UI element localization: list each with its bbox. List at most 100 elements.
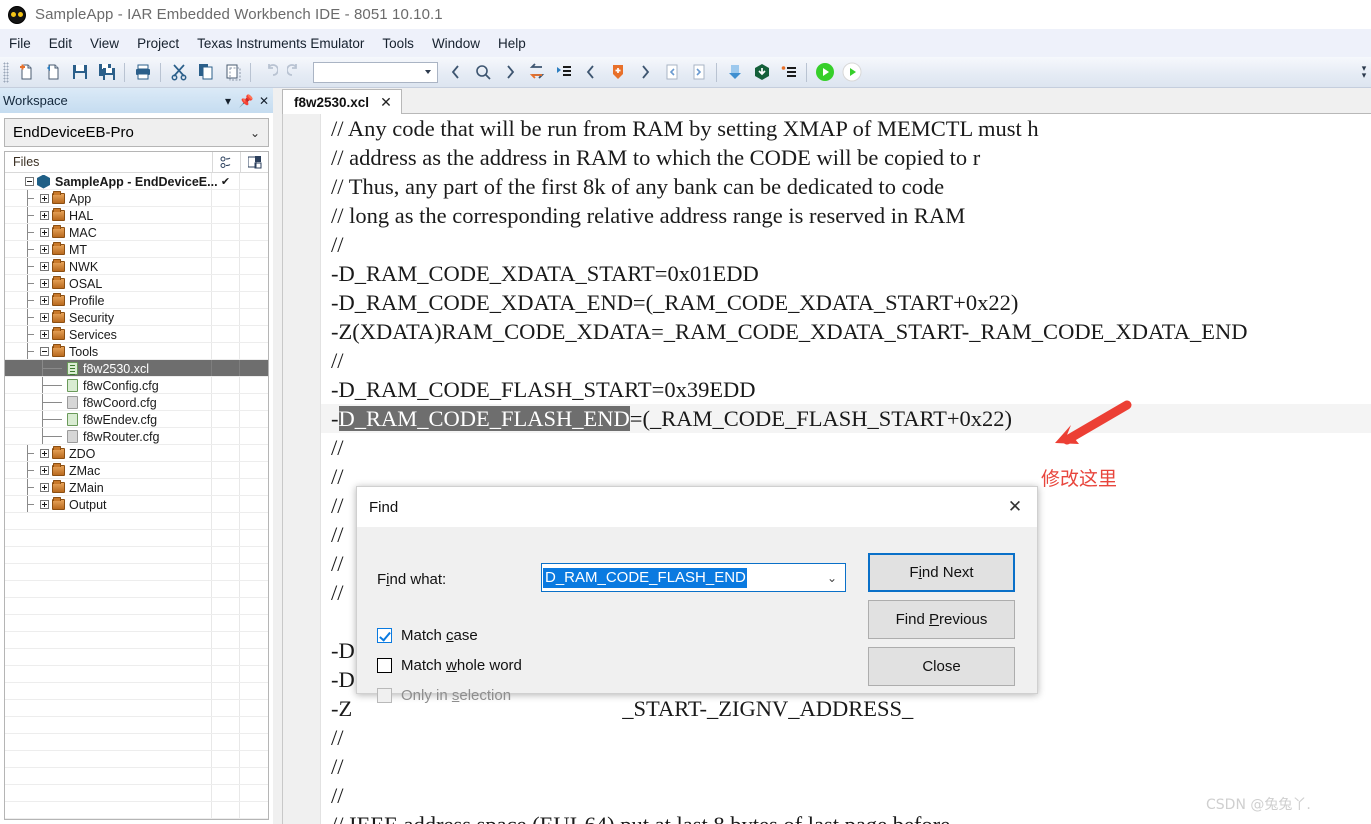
download-and-debug-icon[interactable] [812,60,837,85]
chevron-down-icon[interactable]: ▾ [219,91,237,111]
workspace-splitter[interactable] [273,88,282,824]
save-all-icon[interactable] [94,60,119,85]
toolbar-search-combo[interactable] [313,61,438,83]
code-line[interactable]: // Any code that will be run from RAM by… [321,114,1371,143]
code-line[interactable]: // [321,752,1371,781]
menu-item-view[interactable]: View [81,32,128,55]
close-icon[interactable]: ✕ [993,487,1037,527]
compare-right-icon[interactable] [686,60,711,85]
tree-item-profile[interactable]: Profile [5,292,268,309]
print-icon[interactable] [130,60,155,85]
tree-item-services[interactable]: Services [5,326,268,343]
compile-icon[interactable] [749,60,774,85]
code-editor[interactable]: // Any code that will be run from RAM by… [282,114,1371,824]
close-button[interactable]: Close [868,647,1015,686]
tab-f8w2530-xcl[interactable]: f8w2530.xcl ✕ [282,89,402,114]
tree-item-tools[interactable]: Tools [5,343,268,360]
expand-icon[interactable] [40,211,49,220]
navigate-forward-icon[interactable] [497,60,522,85]
paste-icon[interactable] [220,60,245,85]
expand-icon[interactable] [40,483,49,492]
close-icon[interactable]: ✕ [380,94,392,111]
tree-item-zmac[interactable]: ZMac [5,462,268,479]
bookmark-icon[interactable] [605,60,630,85]
debug-without-download-icon[interactable] [839,60,864,85]
code-line[interactable]: -D_RAM_CODE_XDATA_END=(_RAM_CODE_XDATA_S… [321,288,1371,317]
tree-item-mac[interactable]: MAC [5,224,268,241]
tree-item-hal[interactable]: HAL [5,207,268,224]
code-line[interactable]: // long as the corresponding relative ad… [321,201,1371,230]
build-all-icon[interactable] [776,60,801,85]
expand-icon[interactable] [40,500,49,509]
tree-item-f8wrouter-cfg[interactable]: f8wRouter.cfg [5,428,268,445]
code-line[interactable]: // Thus, any part of the first 8k of any… [321,172,1371,201]
code-line[interactable]: -D_RAM_CODE_FLASH_START=0x39EDD [321,375,1371,404]
tree-item-mt[interactable]: MT [5,241,268,258]
menu-item-file[interactable]: File [0,32,40,55]
tree-item-nwk[interactable]: NWK [5,258,268,275]
toolbar-overflow-button[interactable]: ▾ ▾ [1357,57,1371,88]
chevron-down-icon[interactable]: ⌄ [819,564,845,591]
checkbox-match-whole-word[interactable]: Match whole word [377,657,522,674]
code-lines[interactable]: // Any code that will be run from RAM by… [321,114,1371,824]
expand-icon[interactable] [40,466,49,475]
collapse-icon[interactable] [40,347,49,356]
tree-item-f8wendev-cfg[interactable]: f8wEndev.cfg [5,411,268,428]
cut-icon[interactable] [166,60,191,85]
tree-item-sampleapp-enddevicee[interactable]: SampleApp - EndDeviceE... ✔ [5,173,268,190]
next-bookmark-icon[interactable] [632,60,657,85]
previous-bookmark-icon[interactable] [578,60,603,85]
find-next-button[interactable]: Find Next [868,553,1015,592]
expand-icon[interactable] [40,449,49,458]
find-previous-button[interactable]: Find Previous [868,600,1015,639]
navigate-back-icon[interactable] [443,60,468,85]
tree-item-app[interactable]: App [5,190,268,207]
go-to-icon[interactable] [524,60,549,85]
code-line[interactable]: -D_RAM_CODE_XDATA_START=0x01EDD [321,259,1371,288]
make-icon[interactable] [722,60,747,85]
tree-item-output[interactable]: Output [5,496,268,513]
new-document-icon[interactable] [13,60,38,85]
code-line[interactable]: // [321,723,1371,752]
collapse-icon[interactable] [25,177,34,186]
menu-item-texas-instruments-emulator[interactable]: Texas Instruments Emulator [188,32,373,55]
expand-icon[interactable] [40,330,49,339]
copy-icon[interactable] [193,60,218,85]
expand-icon[interactable] [40,262,49,271]
checkbox-box[interactable] [377,628,392,643]
checkbox-box[interactable] [377,658,392,673]
expand-icon[interactable] [40,228,49,237]
find-what-input[interactable]: D_RAM_CODE_FLASH_END ⌄ [541,563,846,592]
code-line[interactable]: // [321,433,1371,462]
toggle-bookmark-icon[interactable] [551,60,576,85]
tree-item-osal[interactable]: OSAL [5,275,268,292]
expand-icon[interactable] [40,296,49,305]
pin-icon[interactable]: 📌 [237,91,255,111]
compare-left-icon[interactable] [659,60,684,85]
code-line[interactable]: -Z(XDATA)RAM_CODE_XDATA=_RAM_CODE_XDATA_… [321,317,1371,346]
find-icon[interactable] [470,60,495,85]
menu-item-project[interactable]: Project [128,32,188,55]
new-workspace-icon[interactable] [40,60,65,85]
build-configuration-select[interactable]: EndDeviceEB-Pro ⌄ [4,118,269,147]
tree-item-zdo[interactable]: ZDO [5,445,268,462]
code-line[interactable]: -D_RAM_CODE_FLASH_END=(_RAM_CODE_FLASH_S… [321,404,1371,433]
save-icon[interactable] [67,60,92,85]
tree-item-f8wconfig-cfg[interactable]: f8wConfig.cfg [5,377,268,394]
code-line[interactable]: // [321,230,1371,259]
expand-icon[interactable] [40,194,49,203]
expand-icon[interactable] [40,279,49,288]
project-tree[interactable]: Files SampleApp - EndDeviceE... ✔ App HAL MA… [4,151,269,820]
menu-item-help[interactable]: Help [489,32,535,55]
code-line[interactable]: // address as the address in RAM to whic… [321,143,1371,172]
tree-item-f8w2530-xcl[interactable]: f8w2530.xcl [5,360,268,377]
menu-item-edit[interactable]: Edit [40,32,81,55]
expand-icon[interactable] [40,245,49,254]
close-icon[interactable]: ✕ [255,91,273,111]
code-line[interactable]: // [321,346,1371,375]
menu-item-tools[interactable]: Tools [373,32,423,55]
tree-item-security[interactable]: Security [5,309,268,326]
checkbox-match-case[interactable]: Match case [377,627,478,644]
tree-item-zmain[interactable]: ZMain [5,479,268,496]
tree-item-f8wcoord-cfg[interactable]: f8wCoord.cfg [5,394,268,411]
